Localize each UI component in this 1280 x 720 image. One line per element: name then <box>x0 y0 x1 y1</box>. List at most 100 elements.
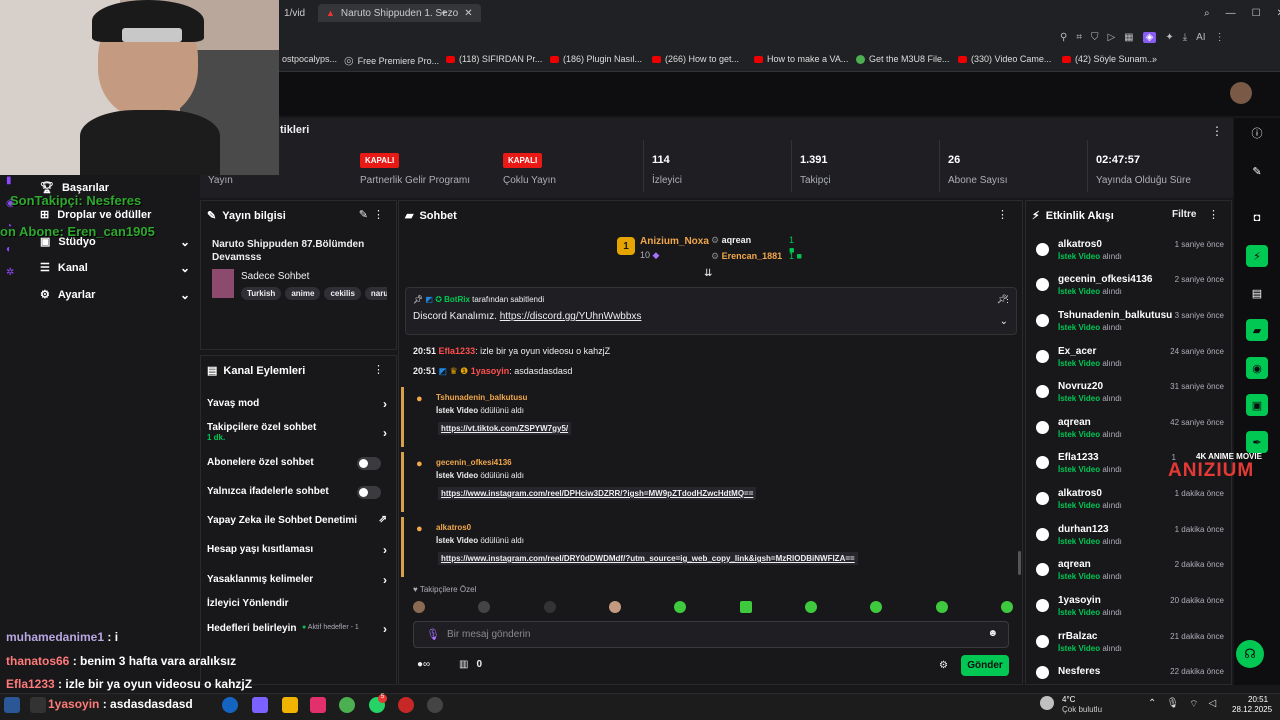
msg-user[interactable]: Efla1233 <box>439 346 476 356</box>
reward-user[interactable]: gecenin_ofkesi4136 <box>436 458 512 467</box>
nav-drops[interactable]: ⊞ Droplar ve ödüller <box>40 208 151 222</box>
camera-icon[interactable]: ◘ <box>1246 207 1268 229</box>
send-button[interactable]: Gönder <box>961 655 1009 676</box>
start-icon[interactable] <box>4 697 20 713</box>
scroll-down-icon[interactable]: ⇊ <box>704 268 712 279</box>
browser-tab-active[interactable]: ▲ Naruto Shippuden 1. Sezo ✕ <box>318 4 481 22</box>
bookmark[interactable]: (186) Plugin Nasıl... <box>550 54 642 64</box>
minimize-icon[interactable]: — <box>1226 8 1236 19</box>
download-icon[interactable]: ⤓ <box>1183 32 1187 43</box>
bookmark[interactable]: (266) How to get... <box>652 54 739 64</box>
settings-icon[interactable]: ✲ <box>6 267 20 278</box>
info-icon[interactable]: ⓘ <box>1246 122 1268 144</box>
leader-name[interactable]: Anizium_Noxa <box>640 236 709 247</box>
channel-points[interactable]: ▥ 0 <box>459 659 482 670</box>
nav-channel[interactable]: ☰ Kanal ⌄ <box>40 261 190 275</box>
layout-icon[interactable]: ▣ <box>1246 394 1268 416</box>
bookmark[interactable]: ◎ Free Premiere Pro... <box>344 54 439 67</box>
more-icon[interactable]: ⋮ <box>1208 208 1219 221</box>
pinned-link[interactable]: https://discord.gg/YUhnWwbbxs <box>500 311 642 322</box>
new-tab-button[interactable]: + <box>441 4 447 22</box>
emote-toggle[interactable] <box>357 486 381 499</box>
chevron-down-icon[interactable]: ⌄ <box>1000 316 1008 327</box>
activity-item[interactable]: Ex_acer 24 saniye önce İstek Video alındı <box>1036 344 1228 380</box>
chrome-icon[interactable] <box>339 697 355 713</box>
tag[interactable]: Turkish <box>241 287 282 300</box>
msg-user[interactable]: 1yasoyin <box>471 366 510 376</box>
slow-mode-row[interactable]: Yavaş mod › <box>207 397 387 411</box>
channel-points-icon[interactable]: ●∞ <box>417 659 430 670</box>
more-icon[interactable]: ⋮ <box>997 208 1008 221</box>
extension-active-icon[interactable]: ◈ <box>1142 32 1157 43</box>
emote-icon[interactable] <box>1000 601 1013 613</box>
tag[interactable]: anime <box>285 287 321 300</box>
search-icon[interactable] <box>30 697 46 713</box>
edge-icon[interactable] <box>222 697 238 713</box>
settings-icon[interactable]: ⚙ <box>939 660 948 671</box>
broadcast-icon[interactable]: ◉ <box>1246 357 1268 379</box>
shield-icon[interactable]: ⛉ <box>1091 32 1099 43</box>
activity-item[interactable]: alkatros0 1 saniye önce İstek Video alındı <box>1036 237 1228 273</box>
reward-link[interactable]: https://www.instagram.com/reel/DRY0dDWDM… <box>438 552 858 565</box>
bolt-icon[interactable]: ⚡︎ <box>1246 245 1268 267</box>
leader-name[interactable]: aqrean <box>722 235 752 245</box>
account-age-row[interactable]: Hesap yaşı kısıtlaması › <box>207 543 387 557</box>
reward-user[interactable]: alkatros0 <box>436 523 471 532</box>
filter-button[interactable]: Filtre <box>1172 209 1196 220</box>
bookmark[interactable]: (330) Video Came... <box>958 54 1051 64</box>
ai-moderation-row[interactable]: Yapay Zeka ile Sohbet Denetimi ⇗ <box>207 514 387 526</box>
emote-icon[interactable] <box>739 601 752 613</box>
bookmark[interactable]: (42) Söyle Sunam... <box>1062 54 1155 64</box>
reward-user[interactable]: Tshunadenin_balkutusu <box>436 393 527 402</box>
app-icon[interactable] <box>427 697 443 713</box>
clock-time[interactable]: 20:51 <box>1248 695 1268 704</box>
bookmark[interactable]: (118) SIFIRDAN Pr... <box>446 54 542 64</box>
activity-item[interactable]: Tshunadenin_balkutusu 3 saniye önce İstek … <box>1036 308 1228 344</box>
instagram-icon[interactable] <box>310 697 326 713</box>
emote-icon[interactable] <box>413 601 425 613</box>
edit-icon[interactable]: ✎ <box>359 208 368 221</box>
emote-icon[interactable] <box>674 601 687 613</box>
emote-icon[interactable] <box>543 601 556 613</box>
tag[interactable]: naru <box>364 287 387 300</box>
community-icon[interactable]: ◐ <box>6 244 20 255</box>
copilot-icon[interactable] <box>252 697 268 713</box>
puzzle-icon[interactable]: ✦ <box>1165 32 1173 43</box>
emote-icon[interactable] <box>608 601 621 613</box>
activity-item[interactable]: Novruz20 31 saniye önce İstek Video alındı <box>1036 379 1228 415</box>
activity-item[interactable]: rrBalzac 21 dakika önce İstek Video alındı <box>1036 629 1228 665</box>
headset-icon[interactable]: ☊ <box>1236 640 1264 668</box>
raid-row[interactable]: İzleyici Yönlendir <box>207 598 387 609</box>
maximize-icon[interactable]: ☐ <box>1252 8 1261 19</box>
close-window-icon[interactable]: ✕ <box>1277 8 1280 19</box>
more-icon[interactable]: ⋮ <box>1211 124 1223 138</box>
bookmark[interactable]: Get the M3U8 File... <box>856 54 950 64</box>
grid-icon[interactable]: ▦ <box>1124 32 1133 43</box>
activity-item[interactable]: durhan123 1 dakika önce İstek Video alındı <box>1036 522 1228 558</box>
ai-label[interactable]: AI <box>1196 32 1205 43</box>
clipboard-icon[interactable]: ▤ <box>1246 282 1268 304</box>
emoji-icon[interactable]: ☻ <box>987 628 998 639</box>
avatar[interactable] <box>1230 82 1252 104</box>
pinned-more-icon[interactable]: ⋮ <box>1003 294 1017 305</box>
chat-input[interactable]: 🎙︎ Bir mesaj gönderin ☻ <box>413 621 1009 648</box>
pinned-user[interactable]: BotRix <box>444 295 470 304</box>
leader-name[interactable]: Erencan_1881 <box>722 251 783 261</box>
subscribers-toggle[interactable] <box>357 457 381 470</box>
crop-icon[interactable]: ⌗ <box>1076 32 1082 43</box>
chevron-up-icon[interactable]: ⌃ <box>1148 698 1156 711</box>
bookmarks-more[interactable]: » <box>1152 54 1157 64</box>
wifi-icon[interactable]: ⌔ <box>1189 698 1198 711</box>
nav-settings[interactable]: ⚙ Ayarlar ⌄ <box>40 288 190 302</box>
clock-date[interactable]: 28.12.2025 <box>1232 705 1272 714</box>
chat-scrollbar[interactable] <box>1018 551 1021 575</box>
bookmark[interactable]: How to make a VA... <box>754 54 848 64</box>
emote-icon[interactable] <box>478 601 491 613</box>
microphone-icon[interactable]: 🎙︎ <box>426 628 440 641</box>
more-icon[interactable]: ⋮ <box>373 208 384 221</box>
emote-icon[interactable] <box>870 601 883 613</box>
bookmark[interactable]: ostpocalyps... <box>282 54 337 64</box>
menu-icon[interactable]: ⋮ <box>1215 32 1225 43</box>
emote-icon[interactable] <box>804 601 817 613</box>
followers-only-row[interactable]: Takipçilere özel sohbet › 1 dk. <box>207 422 387 442</box>
